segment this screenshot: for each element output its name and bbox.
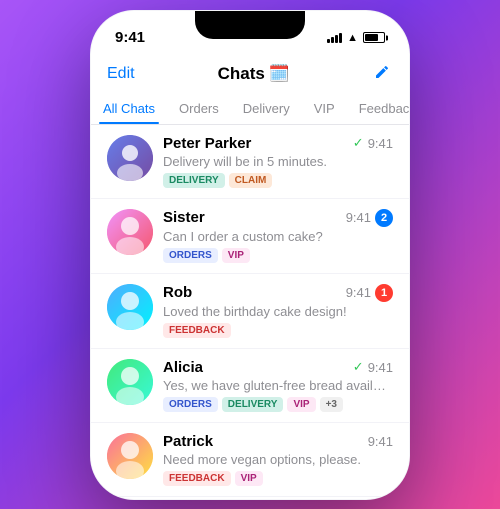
chat-time: 9:41 — [368, 434, 393, 449]
notch — [195, 11, 305, 39]
chat-tags: FEEDBACK — [163, 323, 393, 338]
tag-orders: ORDERS — [163, 248, 218, 263]
chat-content: Alicia ✓ 9:41 Yes, we have gluten-free b… — [163, 359, 393, 412]
avatar — [107, 433, 153, 479]
phone-frame: 9:41 ▲ Edit Chats 🗓️ All Ch — [90, 10, 410, 500]
unread-badge: 1 — [375, 284, 393, 302]
chat-preview: Need more vegan options, please. — [163, 452, 393, 467]
list-item[interactable]: Sister 9:41 2 Can I order a custom cake?… — [91, 199, 409, 274]
battery-icon — [363, 32, 385, 43]
chat-name: Alicia — [163, 359, 203, 376]
nav-bar: Edit Chats 🗓️ — [91, 55, 409, 87]
tag-orders: ORDERS — [163, 397, 218, 412]
tag-more: +3 — [320, 397, 343, 412]
chat-time: 9:41 — [346, 210, 371, 225]
avatar — [107, 284, 153, 330]
chat-time: 9:41 — [368, 136, 393, 151]
chat-list: Peter Parker ✓ 9:41 Delivery will be in … — [91, 125, 409, 500]
read-checkmark: ✓ — [353, 135, 364, 151]
tab-feedback[interactable]: Feedback — [347, 95, 409, 124]
avatar — [107, 359, 153, 405]
list-item[interactable]: Patrick 9:41 Need more vegan options, pl… — [91, 423, 409, 497]
page-title: Chats 🗓️ — [218, 64, 290, 84]
tag-delivery: DELIVERY — [163, 173, 225, 188]
chat-preview: Can I order a custom cake? — [163, 229, 393, 244]
tabs-bar: All Chats Orders Delivery VIP Feedback E — [91, 87, 409, 125]
chat-time: 9:41 — [368, 360, 393, 375]
chat-time: 9:41 — [346, 285, 371, 300]
avatar — [107, 209, 153, 255]
tag-claim: CLAIM — [229, 173, 273, 188]
status-icons: ▲ — [327, 32, 385, 44]
tab-all-chats[interactable]: All Chats — [91, 95, 167, 124]
chat-preview: Yes, we have gluten-free bread available… — [163, 378, 393, 393]
tag-vip: VIP — [287, 397, 315, 412]
list-item[interactable]: Alicia ✓ 9:41 Yes, we have gluten-free b… — [91, 349, 409, 423]
tab-orders[interactable]: Orders — [167, 95, 231, 124]
list-item[interactable]: Rob 9:41 1 Loved the birthday cake desig… — [91, 274, 409, 349]
compose-button[interactable] — [373, 61, 393, 87]
chat-name: Sister — [163, 209, 205, 226]
avatar — [107, 135, 153, 181]
unread-badge: 2 — [375, 209, 393, 227]
tab-delivery[interactable]: Delivery — [231, 95, 302, 124]
chat-tags: ORDERS DELIVERY VIP +3 — [163, 397, 393, 412]
tag-vip: VIP — [235, 471, 263, 486]
status-time: 9:41 — [115, 29, 145, 46]
chat-tags: DELIVERY CLAIM — [163, 173, 393, 188]
tag-feedback: FEEDBACK — [163, 471, 231, 486]
chat-name: Rob — [163, 284, 192, 301]
tag-delivery: DELIVERY — [222, 397, 284, 412]
chat-tags: FEEDBACK VIP — [163, 471, 393, 486]
chat-content: Patrick 9:41 Need more vegan options, pl… — [163, 433, 393, 486]
chat-preview: Delivery will be in 5 minutes. — [163, 154, 393, 169]
wifi-icon: ▲ — [347, 32, 358, 44]
signal-icon — [327, 33, 342, 43]
chat-name: Patrick — [163, 433, 213, 450]
edit-button[interactable]: Edit — [107, 65, 135, 83]
chat-tags: ORDERS VIP — [163, 248, 393, 263]
chat-content: Peter Parker ✓ 9:41 Delivery will be in … — [163, 135, 393, 188]
chat-content: Sister 9:41 2 Can I order a custom cake?… — [163, 209, 393, 263]
chat-name: Peter Parker — [163, 135, 251, 152]
list-item[interactable]: Peter Parker ✓ 9:41 Delivery will be in … — [91, 125, 409, 199]
tag-feedback: FEEDBACK — [163, 323, 231, 338]
chat-preview: Loved the birthday cake design! — [163, 304, 393, 319]
tag-vip: VIP — [222, 248, 250, 263]
chat-content: Rob 9:41 1 Loved the birthday cake desig… — [163, 284, 393, 338]
read-checkmark: ✓ — [353, 359, 364, 375]
list-item[interactable]: Jessica 9:41 Nice, got it. — [91, 497, 409, 500]
tab-vip[interactable]: VIP — [302, 95, 347, 124]
